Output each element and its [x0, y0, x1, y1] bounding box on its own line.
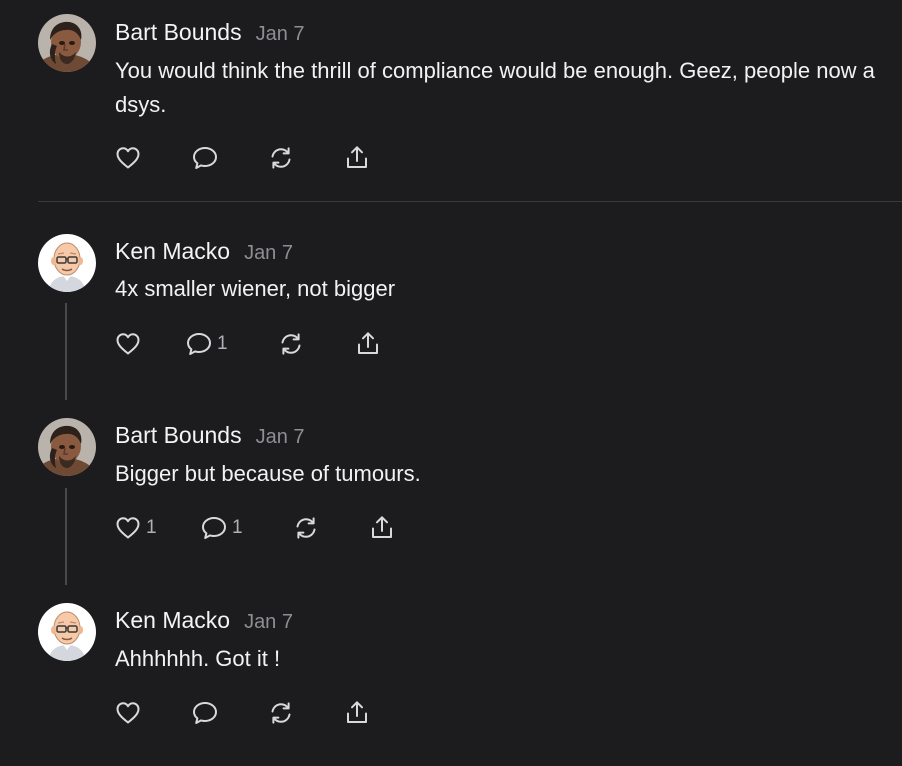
author-name[interactable]: Ken Macko: [115, 238, 230, 264]
share-icon: [354, 330, 382, 358]
author-name[interactable]: Ken Macko: [115, 607, 230, 633]
comment-header: Bart Bounds Jan 7: [115, 18, 305, 48]
reply-button[interactable]: 1: [200, 511, 243, 545]
heart-icon: [114, 144, 142, 172]
like-button[interactable]: [114, 696, 146, 730]
share-icon: [368, 514, 396, 542]
comment-date[interactable]: Jan 7: [256, 23, 305, 45]
restack-icon: [292, 514, 320, 542]
bald-glasses-man-avatar-icon: [38, 234, 96, 292]
comment-bubble-icon: [191, 699, 219, 727]
share-icon: [343, 699, 371, 727]
comment-bubble-icon: [185, 330, 213, 358]
reply-count: 1: [217, 333, 228, 354]
comment-bubble-icon: [191, 144, 219, 172]
restack-icon: [267, 144, 295, 172]
like-button[interactable]: 1: [114, 511, 157, 545]
share-button[interactable]: [354, 327, 382, 361]
restack-icon: [277, 330, 305, 358]
author-name[interactable]: Bart Bounds: [115, 422, 242, 448]
share-icon: [343, 144, 371, 172]
reply-button[interactable]: [191, 696, 223, 730]
reply-button[interactable]: 1: [185, 327, 228, 361]
comment-thread: Bart Bounds Jan 7 You would think the thr…: [0, 0, 902, 766]
like-button[interactable]: [114, 141, 146, 175]
like-count: 1: [146, 517, 157, 538]
comment-bubble-icon: [200, 514, 228, 542]
avatar[interactable]: [38, 14, 96, 72]
restack-icon: [267, 699, 295, 727]
thread-line: [65, 303, 67, 400]
comment-header: Ken Macko Jan 7: [115, 237, 293, 267]
share-button[interactable]: [343, 141, 371, 175]
comment-text: 4x smaller wiener, not bigger: [115, 276, 396, 301]
heart-icon: [114, 699, 142, 727]
caveman-avatar-icon: [38, 14, 96, 72]
heart-icon: [114, 330, 142, 358]
avatar[interactable]: [38, 418, 96, 476]
reply-count: 1: [232, 517, 243, 538]
heart-icon: [114, 514, 142, 542]
share-button[interactable]: [368, 511, 396, 545]
author-name[interactable]: Bart Bounds: [115, 19, 242, 45]
comment-date[interactable]: Jan 7: [244, 611, 293, 633]
comment-text: You would think the thrill of compliance…: [115, 58, 875, 117]
avatar[interactable]: [38, 234, 96, 292]
caveman-avatar-icon: [38, 418, 96, 476]
restack-button[interactable]: [277, 327, 305, 361]
comment-header: Ken Macko Jan 7: [115, 606, 293, 636]
restack-button[interactable]: [267, 141, 295, 175]
reply-button[interactable]: [191, 141, 223, 175]
bald-glasses-man-avatar-icon: [38, 603, 96, 661]
comment-text: Bigger but because of tumours.: [115, 461, 421, 486]
comment-date[interactable]: Jan 7: [244, 242, 293, 264]
thread-line: [65, 488, 67, 585]
restack-button[interactable]: [267, 696, 295, 730]
avatar[interactable]: [38, 603, 96, 661]
comment-date[interactable]: Jan 7: [256, 426, 305, 448]
restack-button[interactable]: [292, 511, 320, 545]
comment-header: Bart Bounds Jan 7: [115, 421, 305, 451]
comment-text: Ahhhhhh. Got it !: [115, 646, 281, 671]
share-button[interactable]: [343, 696, 371, 730]
divider: [38, 201, 902, 202]
like-button[interactable]: [114, 327, 146, 361]
